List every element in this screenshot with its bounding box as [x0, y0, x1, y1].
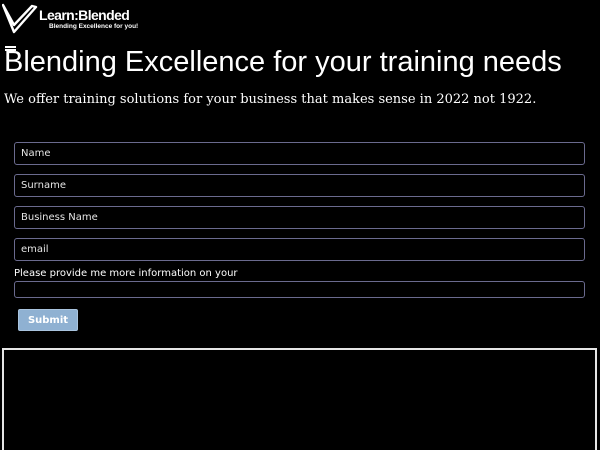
info-request-label: Please provide me more information on yo…	[14, 268, 238, 279]
surname-field[interactable]	[14, 174, 585, 197]
name-field[interactable]	[14, 142, 585, 165]
logo-check-icon	[2, 3, 38, 34]
brand-tagline: Blending Excellence for you!	[49, 23, 139, 30]
page-title: Blending Excellence for your training ne…	[4, 46, 562, 78]
embedded-content-frame[interactable]	[2, 348, 597, 450]
business-name-field[interactable]	[14, 206, 585, 229]
page-subtitle: We offer training solutions for your bus…	[4, 92, 537, 107]
submit-button[interactable]: Submit	[18, 309, 78, 331]
brand-logo[interactable]: Learn:Blended Blending Excellence for yo…	[2, 2, 152, 36]
info-request-field[interactable]	[14, 281, 585, 298]
brand-name: Learn:Blended	[39, 7, 130, 23]
email-field[interactable]	[14, 238, 585, 261]
